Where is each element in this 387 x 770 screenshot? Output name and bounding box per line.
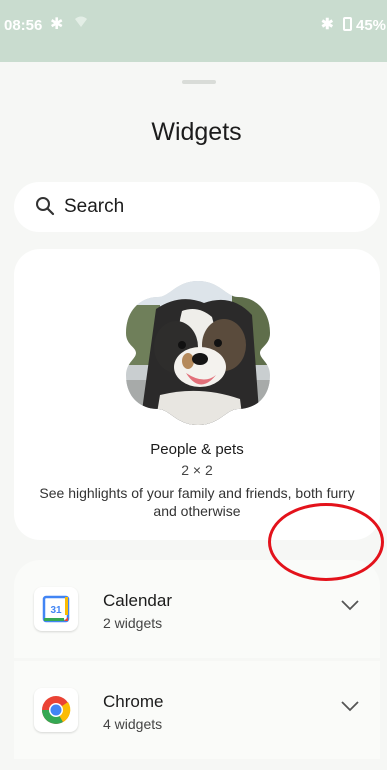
people-pets-widget-image[interactable] xyxy=(120,275,276,431)
calendar-app-icon: 31 xyxy=(34,587,78,631)
status-bar: 08:56 ✱ ✱ 45% xyxy=(0,0,387,62)
widget-preview-card[interactable]: People & pets 2 × 2 See highlights of yo… xyxy=(14,249,380,540)
status-time: 08:56 xyxy=(4,17,43,34)
calendar-icon-date: 31 xyxy=(50,605,62,616)
search-icon xyxy=(34,195,56,222)
app-name: Calendar xyxy=(103,591,172,610)
chevron-down-icon[interactable] xyxy=(340,699,360,717)
wifi-icon xyxy=(74,14,88,33)
search-bar[interactable]: Search xyxy=(14,182,380,232)
widgets-sheet: Widgets Search People & pets 2 × 2 See h… xyxy=(6,62,387,759)
app-widget-list: 31 Calendar 2 widgets Chrome 4 widgets xyxy=(14,560,380,770)
settings-gear-icon: ✱ xyxy=(50,16,64,33)
chevron-down-icon[interactable] xyxy=(340,598,360,616)
search-label: Search xyxy=(64,196,125,217)
app-widget-count: 2 widgets xyxy=(103,615,163,631)
annotation-highlight-circle xyxy=(268,503,384,581)
battery-icon xyxy=(343,17,352,31)
app-name: Chrome xyxy=(103,692,164,711)
page-title: Widgets xyxy=(151,118,242,146)
battery-percent: 45% xyxy=(356,17,387,34)
widget-name: People & pets xyxy=(150,441,244,458)
chrome-app-icon xyxy=(34,688,78,732)
drag-handle[interactable] xyxy=(182,80,216,84)
app-widget-count: 4 widgets xyxy=(103,716,163,732)
app-row-chrome[interactable]: Chrome 4 widgets xyxy=(14,661,380,759)
bluetooth-icon: ✱ xyxy=(321,16,334,33)
widget-size: 2 × 2 xyxy=(181,462,213,478)
